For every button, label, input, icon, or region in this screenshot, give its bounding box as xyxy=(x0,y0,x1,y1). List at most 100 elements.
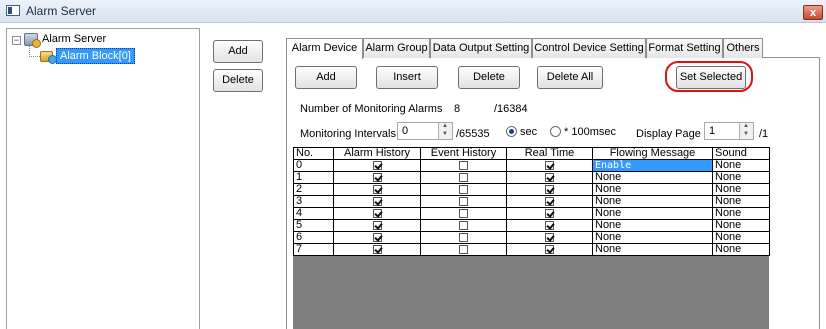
cell-flowing-message[interactable]: None xyxy=(592,243,713,256)
tree-add-button[interactable]: Add xyxy=(213,40,263,63)
cell-event-history[interactable] xyxy=(420,195,507,208)
cell-real-time[interactable] xyxy=(506,159,593,172)
tab-data-output-setting[interactable]: Data Output Setting xyxy=(430,38,532,58)
delete-alarm-button[interactable]: Delete xyxy=(458,66,520,89)
checkbox-icon[interactable] xyxy=(545,160,554,170)
cell-sound[interactable]: None xyxy=(712,219,770,232)
cell-real-time[interactable] xyxy=(506,207,593,220)
cell-real-time[interactable] xyxy=(506,231,593,244)
checkbox-icon[interactable] xyxy=(372,244,382,254)
cell-alarm-history[interactable] xyxy=(333,231,421,244)
checkbox-icon[interactable] xyxy=(545,172,554,182)
checkbox-icon[interactable] xyxy=(545,208,554,218)
table-row[interactable]: 6 None None xyxy=(293,231,770,244)
col-alarm-history-header: Alarm History xyxy=(333,147,421,160)
cell-no: 3 xyxy=(293,195,334,208)
checkbox-icon[interactable] xyxy=(372,208,382,218)
checkbox-icon[interactable] xyxy=(372,184,382,194)
table-row[interactable]: 3 None None xyxy=(293,195,770,208)
close-button[interactable]: x xyxy=(803,5,823,20)
cell-flowing-message[interactable]: None xyxy=(592,219,713,232)
table-row[interactable]: 2 None None xyxy=(293,183,770,196)
radio-sec[interactable] xyxy=(506,126,517,137)
insert-button[interactable]: Insert xyxy=(376,66,438,89)
checkbox-icon[interactable] xyxy=(372,196,382,206)
cell-alarm-history[interactable] xyxy=(333,219,421,232)
cell-flowing-message[interactable]: None xyxy=(592,207,713,220)
checkbox-icon[interactable] xyxy=(372,220,382,230)
window-title: Alarm Server xyxy=(26,4,97,18)
cell-sound[interactable]: None xyxy=(712,195,770,208)
checkbox-icon[interactable] xyxy=(459,184,468,194)
cell-sound[interactable]: None xyxy=(712,159,770,172)
checkbox-icon[interactable] xyxy=(459,208,468,218)
checkbox-icon[interactable] xyxy=(545,184,554,194)
add-alarm-button[interactable]: Add xyxy=(295,66,357,89)
cell-flowing-message[interactable]: None xyxy=(592,183,713,196)
cell-flowing-message[interactable]: Enable xyxy=(592,159,713,172)
checkbox-icon[interactable] xyxy=(459,196,468,206)
tree-item-alarm-block[interactable]: Alarm Block[0] xyxy=(56,48,135,64)
checkbox-icon[interactable] xyxy=(459,220,468,230)
tab-control-device-setting[interactable]: Control Device Setting xyxy=(532,38,646,58)
tab-format-setting[interactable]: Format Setting xyxy=(646,38,723,58)
checkbox-icon[interactable] xyxy=(459,172,468,182)
checkbox-icon[interactable] xyxy=(459,160,468,170)
cell-event-history[interactable] xyxy=(420,159,507,172)
checkbox-icon[interactable] xyxy=(545,232,554,242)
cell-sound[interactable]: None xyxy=(712,171,770,184)
spinner-arrows-icon[interactable] xyxy=(438,123,452,139)
col-flowing-message-header: Flowing Message xyxy=(592,147,713,160)
delete-all-button[interactable]: Delete All xyxy=(537,66,603,89)
cell-event-history[interactable] xyxy=(420,231,507,244)
monitoring-count-label: Number of Monitoring Alarms xyxy=(300,103,443,115)
display-page-max: /1 xyxy=(759,128,769,140)
cell-real-time[interactable] xyxy=(506,243,593,256)
cell-flowing-message[interactable]: None xyxy=(592,231,713,244)
cell-event-history[interactable] xyxy=(420,219,507,232)
checkbox-icon[interactable] xyxy=(372,232,382,242)
tree-delete-button[interactable]: Delete xyxy=(213,69,263,92)
cell-flowing-message[interactable]: None xyxy=(592,195,713,208)
tab-others[interactable]: Others xyxy=(723,38,763,58)
checkbox-icon[interactable] xyxy=(545,196,554,206)
cell-alarm-history[interactable] xyxy=(333,159,421,172)
checkbox-icon[interactable] xyxy=(459,232,468,242)
cell-alarm-history[interactable] xyxy=(333,171,421,184)
cell-alarm-history[interactable] xyxy=(333,195,421,208)
table-row[interactable]: 4 None None xyxy=(293,207,770,220)
cell-event-history[interactable] xyxy=(420,183,507,196)
cell-alarm-history[interactable] xyxy=(333,207,421,220)
table-row[interactable]: 7 None None xyxy=(293,243,770,256)
cell-flowing-message[interactable]: None xyxy=(592,171,713,184)
cell-event-history[interactable] xyxy=(420,207,507,220)
radio-100msec[interactable] xyxy=(550,126,561,137)
cell-event-history[interactable] xyxy=(420,171,507,184)
checkbox-icon[interactable] xyxy=(545,244,554,254)
cell-real-time[interactable] xyxy=(506,219,593,232)
cell-sound[interactable]: None xyxy=(712,231,770,244)
checkbox-icon[interactable] xyxy=(545,220,554,230)
spinner-arrows-icon[interactable] xyxy=(739,123,753,139)
cell-event-history[interactable] xyxy=(420,243,507,256)
tree-root-alarm-server[interactable]: Alarm Server xyxy=(42,33,106,45)
monitoring-interval-spinner[interactable]: 0 xyxy=(397,122,453,140)
checkbox-icon[interactable] xyxy=(459,244,468,254)
cell-sound[interactable]: None xyxy=(712,243,770,256)
checkbox-icon[interactable] xyxy=(372,160,382,170)
collapse-icon[interactable]: − xyxy=(12,36,21,45)
cell-sound[interactable]: None xyxy=(712,207,770,220)
table-row[interactable]: 0 Enable None xyxy=(293,159,770,172)
cell-real-time[interactable] xyxy=(506,171,593,184)
cell-sound[interactable]: None xyxy=(712,183,770,196)
display-page-spinner[interactable]: 1 xyxy=(704,122,754,140)
checkbox-icon[interactable] xyxy=(372,172,382,182)
cell-real-time[interactable] xyxy=(506,183,593,196)
table-row[interactable]: 1 None None xyxy=(293,171,770,184)
tab-alarm-group[interactable]: Alarm Group xyxy=(363,38,430,58)
cell-alarm-history[interactable] xyxy=(333,243,421,256)
tab-alarm-device[interactable]: Alarm Device xyxy=(286,38,363,59)
table-row[interactable]: 5 None None xyxy=(293,219,770,232)
cell-alarm-history[interactable] xyxy=(333,183,421,196)
cell-real-time[interactable] xyxy=(506,195,593,208)
